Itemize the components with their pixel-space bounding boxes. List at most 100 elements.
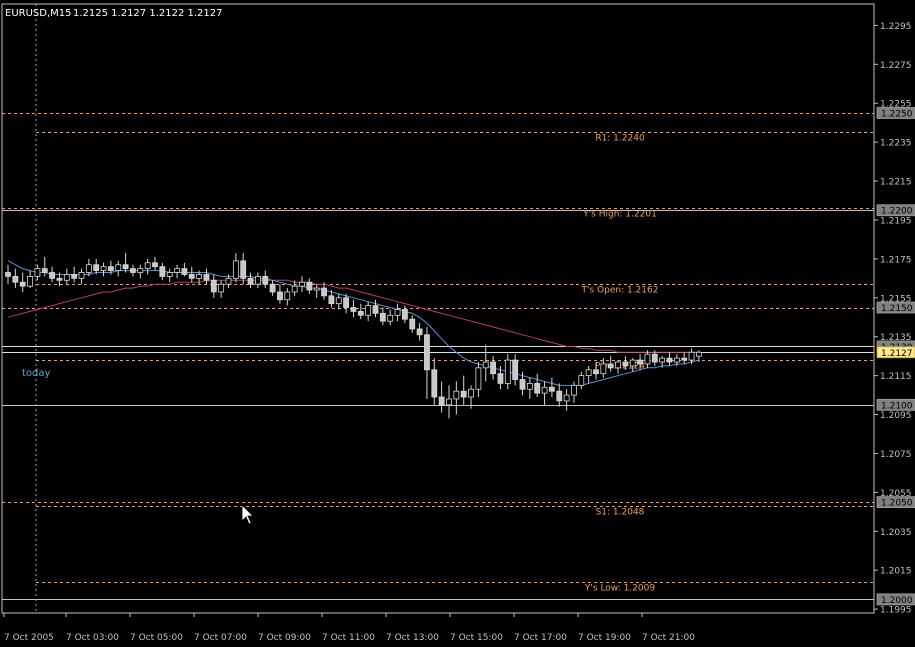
x-tick-label: 7 Oct 05:00 [130, 633, 183, 643]
candle-body [291, 285, 298, 293]
candle-body [108, 266, 114, 271]
candle-body [313, 287, 320, 291]
y-tick-label: 1.2115 [880, 372, 912, 382]
candle-body [225, 277, 232, 285]
y-tick-label: 1.2215 [880, 178, 912, 188]
x-tick-label: 7 Oct 09:00 [258, 633, 311, 643]
candle-body [306, 281, 313, 291]
candle-body [321, 287, 327, 297]
x-tick-label: 7 Oct 19:00 [578, 633, 631, 643]
candle-body [232, 260, 239, 279]
y-tick-label: 1.2295 [880, 22, 912, 32]
candle-body [100, 266, 107, 271]
candle-body [666, 357, 673, 363]
candle-body [497, 373, 504, 384]
candle-body [468, 388, 474, 398]
candle-body [277, 291, 283, 301]
price-badge-label: 1.2127 [881, 349, 913, 359]
y-tick-label: 1.2175 [880, 255, 912, 265]
y-tick-label: 1.2095 [880, 411, 912, 421]
price-badge-label: 1.2150 [881, 304, 913, 314]
candle-body [218, 283, 225, 293]
candle-body [490, 361, 497, 375]
candle-body [519, 379, 526, 390]
candle-body [637, 359, 643, 365]
candle-body [196, 274, 203, 279]
x-tick-label: 7 Oct 03:00 [66, 633, 119, 643]
candle-body [137, 268, 144, 273]
y-tick-label: 1.2075 [880, 450, 912, 460]
candle-body [651, 353, 658, 363]
candle-body [526, 383, 533, 390]
candle-body [130, 268, 136, 273]
price-badge-label: 1.2000 [881, 596, 913, 606]
y-tick-label: 1.2015 [880, 567, 912, 577]
candle-body [188, 274, 195, 279]
symbol-label: EURUSD,M15 [5, 8, 71, 19]
candle-body [541, 386, 548, 394]
candle-body [203, 274, 210, 281]
x-tick-label: 7 Oct 15:00 [450, 633, 503, 643]
candle-body [181, 268, 188, 275]
candle-body [365, 305, 372, 316]
price-chart[interactable]: R1: 1.2240 Y's High: 1.2201 T's Open: 1.21… [0, 0, 915, 643]
candle-body [563, 394, 570, 402]
x-tick-label: 7 Oct 2005 [4, 633, 54, 643]
candle-body [19, 281, 26, 287]
candle-body [93, 264, 100, 271]
candle-body [56, 277, 63, 281]
candle-body [534, 383, 541, 394]
candle-body [446, 398, 452, 406]
candle-body [615, 361, 621, 369]
x-tick-label: 7 Oct 17:00 [514, 633, 567, 643]
x-tick-label: 7 Oct 21:00 [642, 633, 695, 643]
candle-body [27, 275, 33, 287]
candle-body [357, 311, 364, 316]
candle-body [607, 363, 614, 369]
candle-body [578, 375, 585, 386]
y-tick-label: 1.1995 [880, 606, 912, 616]
y-tick-label: 1.2235 [880, 139, 912, 149]
candle-body [696, 351, 702, 357]
price-badge-label: 1.2250 [881, 109, 913, 119]
candle-body [166, 272, 173, 277]
candle-body [394, 309, 401, 316]
candle-body [41, 268, 48, 273]
x-tick-label: 7 Oct 13:00 [386, 633, 439, 643]
candle-body [269, 283, 276, 293]
candle-body [673, 357, 680, 363]
candle-body [453, 390, 460, 400]
candle-body [174, 268, 180, 273]
price-badge-label: 1.2200 [881, 207, 913, 217]
candle-body [585, 369, 592, 377]
candle-body [78, 272, 85, 279]
candle-body [335, 297, 342, 305]
candle-body [431, 369, 438, 398]
candle-body [556, 390, 563, 402]
candle-body [5, 272, 11, 277]
candle-body [115, 264, 122, 271]
level-label: Y's Low: 1.2009 [584, 584, 655, 594]
y-tick-label: 1.2035 [880, 528, 912, 538]
candle-body [284, 291, 291, 301]
candle-body [299, 281, 305, 287]
candle-body [210, 279, 217, 293]
candle-body [659, 357, 666, 363]
candle-body [681, 357, 688, 361]
price-badge-label: 1.2100 [881, 401, 913, 411]
candle-body [262, 275, 269, 285]
chart-background [0, 0, 915, 643]
x-tick-label: 7 Oct 11:00 [322, 633, 375, 643]
candle-body [482, 361, 489, 369]
candle-body [63, 274, 70, 281]
candle-body [629, 359, 636, 367]
candle-body [350, 307, 357, 312]
candle-body [409, 318, 416, 330]
level-label: S1: 1.2048 [596, 508, 645, 518]
candle-body [416, 328, 423, 336]
candle-body [438, 396, 445, 406]
candle-body [328, 295, 335, 305]
candle-body [71, 274, 78, 279]
candle-body [49, 272, 55, 279]
candle-body [593, 369, 599, 375]
